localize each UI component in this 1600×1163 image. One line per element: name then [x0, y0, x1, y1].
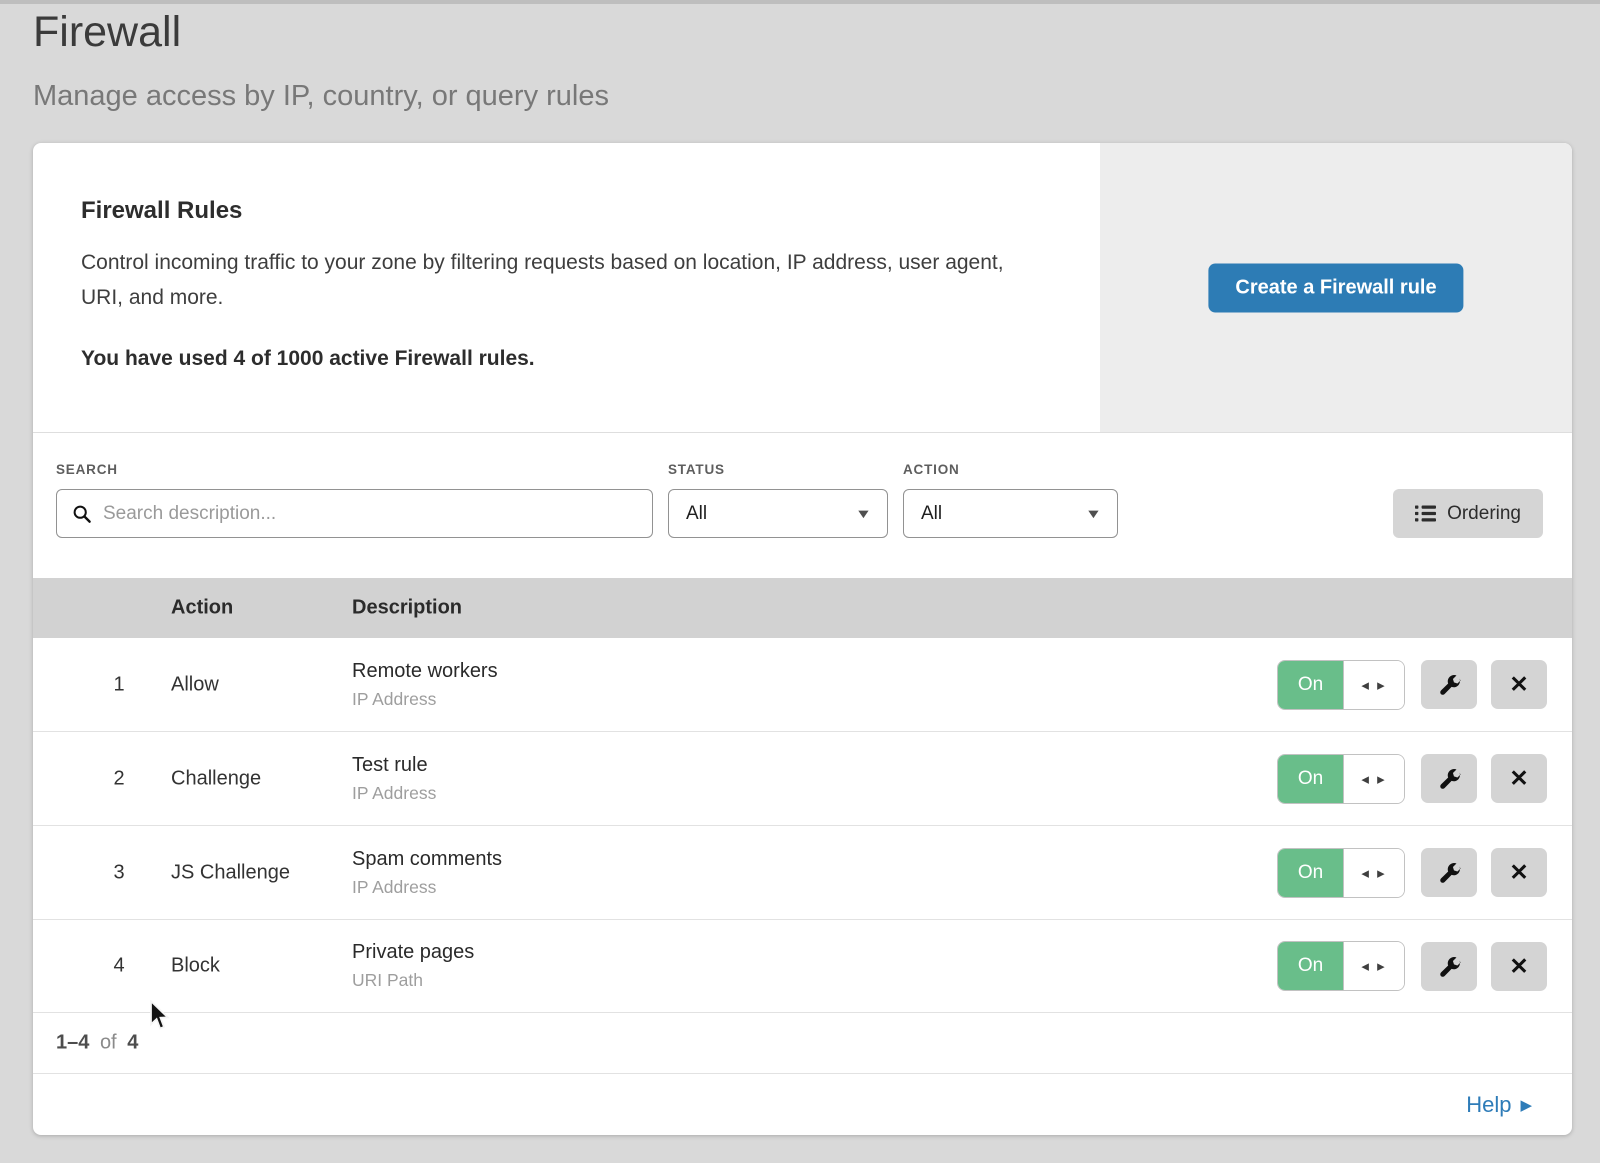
mouse-cursor — [147, 1000, 171, 1032]
edit-rule-button[interactable] — [1421, 754, 1477, 803]
table-row: 4 Block Private pages URI Path On ◂ ▸ ✕ — [33, 920, 1572, 1013]
rule-match-type: URI Path — [352, 970, 474, 991]
wrench-icon — [1437, 954, 1462, 979]
search-label: SEARCH — [56, 462, 118, 477]
close-icon: ✕ — [1509, 673, 1528, 696]
chevron-down-icon: ▼ — [1085, 506, 1102, 521]
wrench-icon — [1437, 672, 1462, 697]
toggle-state-label: On — [1278, 661, 1343, 709]
edit-rule-button[interactable] — [1421, 660, 1477, 709]
wrench-icon — [1437, 860, 1462, 885]
help-row: Help ▶ — [33, 1073, 1572, 1135]
rule-description-cell: Private pages URI Path — [352, 941, 474, 991]
action-label: ACTION — [903, 462, 960, 477]
toggle-arrows-icon: ◂ ▸ — [1343, 849, 1404, 897]
rule-match-type: IP Address — [352, 783, 436, 804]
rule-description: Test rule — [352, 754, 436, 777]
delete-rule-button[interactable]: ✕ — [1491, 848, 1547, 897]
toggle-state-label: On — [1278, 849, 1343, 897]
rule-action: Challenge — [171, 767, 261, 790]
rule-description-cell: Remote workers IP Address — [352, 660, 498, 710]
toggle-state-label: On — [1278, 755, 1343, 803]
rule-enabled-toggle[interactable]: On ◂ ▸ — [1277, 660, 1405, 710]
rule-controls: On ◂ ▸ ✕ — [1277, 848, 1547, 898]
rule-priority: 4 — [99, 955, 139, 978]
firewall-rules-card: Firewall Rules Control incoming traffic … — [33, 143, 1572, 1135]
pagination-summary: 1–4 of 4 — [56, 1032, 138, 1055]
pagination-row: 1–4 of 4 — [33, 1013, 1572, 1073]
rule-description-cell: Test rule IP Address — [352, 754, 436, 804]
intro-section: Firewall Rules Control incoming traffic … — [33, 143, 1572, 433]
help-link[interactable]: Help ▶ — [1466, 1092, 1532, 1118]
rule-priority: 1 — [99, 673, 139, 696]
toggle-arrows-icon: ◂ ▸ — [1343, 661, 1404, 709]
rule-enabled-toggle[interactable]: On ◂ ▸ — [1277, 941, 1405, 991]
toggle-state-label: On — [1278, 942, 1343, 990]
table-row: 3 JS Challenge Spam comments IP Address … — [33, 826, 1572, 920]
rule-controls: On ◂ ▸ ✕ — [1277, 660, 1547, 710]
create-firewall-rule-button[interactable]: Create a Firewall rule — [1208, 263, 1463, 312]
help-link-label: Help — [1466, 1092, 1511, 1118]
rule-enabled-toggle[interactable]: On ◂ ▸ — [1277, 848, 1405, 898]
usage-note: You have used 4 of 1000 active Firewall … — [81, 347, 1060, 371]
status-select[interactable]: All ▼ — [668, 489, 888, 538]
chevron-down-icon: ▼ — [855, 506, 872, 521]
close-icon: ✕ — [1509, 955, 1528, 978]
search-icon — [72, 504, 92, 524]
rule-action: Allow — [171, 673, 219, 696]
edit-rule-button[interactable] — [1421, 848, 1477, 897]
rule-description: Spam comments — [352, 848, 502, 871]
status-label: STATUS — [668, 462, 725, 477]
rule-controls: On ◂ ▸ ✕ — [1277, 941, 1547, 991]
edit-rule-button[interactable] — [1421, 942, 1477, 991]
create-rule-panel: Create a Firewall rule — [1100, 143, 1572, 432]
table-row: 1 Allow Remote workers IP Address On ◂ ▸… — [33, 638, 1572, 732]
ordering-button[interactable]: Ordering — [1393, 489, 1543, 538]
toggle-arrows-icon: ◂ ▸ — [1343, 942, 1404, 990]
toggle-arrows-icon: ◂ ▸ — [1343, 755, 1404, 803]
rule-action: JS Challenge — [171, 861, 290, 884]
table-row: 2 Challenge Test rule IP Address On ◂ ▸ … — [33, 732, 1572, 826]
delete-rule-button[interactable]: ✕ — [1491, 660, 1547, 709]
close-icon: ✕ — [1509, 861, 1528, 884]
rule-priority: 2 — [99, 767, 139, 790]
ordering-list-icon — [1415, 505, 1436, 522]
delete-rule-button[interactable]: ✕ — [1491, 754, 1547, 803]
delete-rule-button[interactable]: ✕ — [1491, 942, 1547, 991]
table-header: Action Description — [33, 578, 1572, 638]
rule-description: Remote workers — [352, 660, 498, 683]
rule-description-cell: Spam comments IP Address — [352, 848, 502, 898]
column-header-action: Action — [171, 597, 233, 620]
rule-enabled-toggle[interactable]: On ◂ ▸ — [1277, 754, 1405, 804]
rule-controls: On ◂ ▸ ✕ — [1277, 754, 1547, 804]
action-select[interactable]: All ▼ — [903, 489, 1118, 538]
rule-match-type: IP Address — [352, 877, 502, 898]
pagination-range: 1–4 — [56, 1032, 89, 1054]
rule-priority: 3 — [99, 861, 139, 884]
pagination-total: 4 — [127, 1032, 138, 1054]
rule-match-type: IP Address — [352, 689, 498, 710]
rule-action: Block — [171, 955, 220, 978]
section-heading: Firewall Rules — [81, 197, 1060, 225]
window-top-edge — [0, 0, 1600, 4]
intro-text-block: Firewall Rules Control incoming traffic … — [33, 143, 1100, 433]
help-arrow-icon: ▶ — [1520, 1096, 1532, 1114]
page-subtitle: Manage access by IP, country, or query r… — [33, 80, 609, 113]
pagination-of: of — [95, 1032, 122, 1054]
search-input[interactable] — [103, 503, 637, 525]
ordering-button-label: Ordering — [1447, 503, 1521, 525]
section-description: Control incoming traffic to your zone by… — [81, 245, 1026, 315]
search-box — [56, 489, 653, 538]
column-header-description: Description — [352, 597, 462, 620]
filters-bar: SEARCH STATUS All ▼ ACTION All ▼ Orderin… — [33, 434, 1572, 578]
wrench-icon — [1437, 766, 1462, 791]
close-icon: ✕ — [1509, 767, 1528, 790]
status-selected-value: All — [686, 503, 707, 525]
action-selected-value: All — [921, 503, 942, 525]
rule-description: Private pages — [352, 941, 474, 964]
page-title: Firewall — [33, 8, 181, 57]
